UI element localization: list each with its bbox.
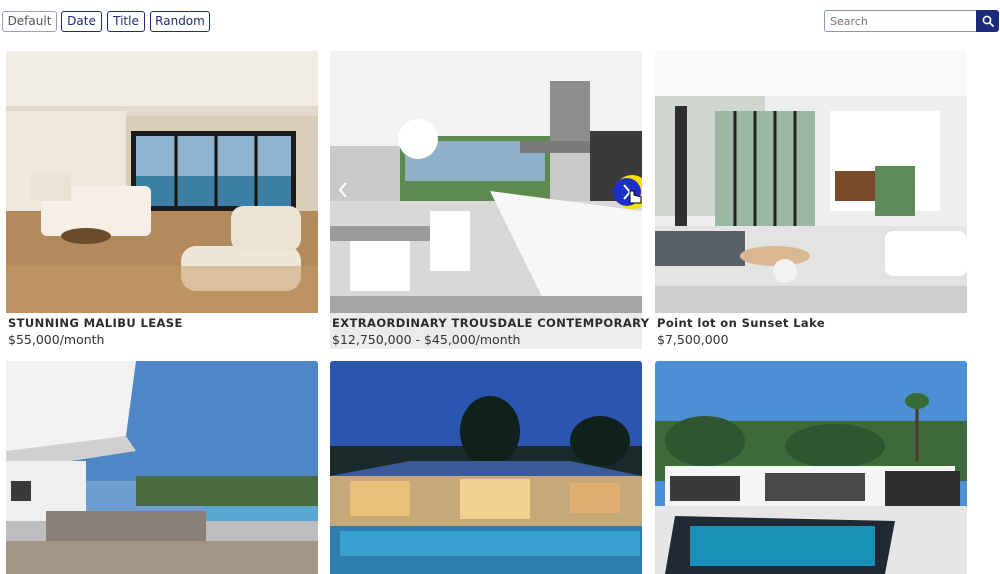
listing-price: $55,000/month <box>8 332 105 347</box>
listing-photo[interactable] <box>330 51 642 313</box>
search-box <box>824 10 999 32</box>
listing-price: $12,750,000 - $45,000/month <box>332 332 521 347</box>
listing-photo[interactable] <box>655 361 967 574</box>
hand-cursor-icon <box>613 175 642 209</box>
toolbar: Default Date Title Random <box>0 0 1000 44</box>
search-input[interactable] <box>824 10 976 32</box>
sort-title-button[interactable]: Title <box>107 11 145 32</box>
listing-photo[interactable] <box>330 361 642 574</box>
carousel-next-button[interactable] <box>613 173 642 211</box>
listing-title[interactable]: EXTRAORDINARY TROUSDALE CONTEMPORARY <box>332 316 649 330</box>
chevron-left-icon <box>338 182 347 198</box>
sort-date-button[interactable]: Date <box>61 11 102 32</box>
listing-photo[interactable] <box>6 361 318 574</box>
listing-photo[interactable] <box>655 51 967 313</box>
search-icon <box>982 15 994 27</box>
sort-default-button[interactable]: Default <box>2 11 57 32</box>
listing-price: $7,500,000 <box>657 332 729 347</box>
listing-caption: STUNNING MALIBU LEASE $55,000/month <box>6 313 318 349</box>
listing-caption: Point lot on Sunset Lake $7,500,000 <box>655 313 967 349</box>
listing-title[interactable]: Point lot on Sunset Lake <box>657 316 965 330</box>
listing-title[interactable]: STUNNING MALIBU LEASE <box>8 316 316 330</box>
search-button[interactable] <box>976 10 999 32</box>
sort-random-button[interactable]: Random <box>150 11 210 32</box>
listing-caption: EXTRAORDINARY TROUSDALE CONTEMPORARY $12… <box>330 313 649 349</box>
carousel-prev-button[interactable] <box>334 179 352 201</box>
listing-photo[interactable] <box>6 51 318 313</box>
